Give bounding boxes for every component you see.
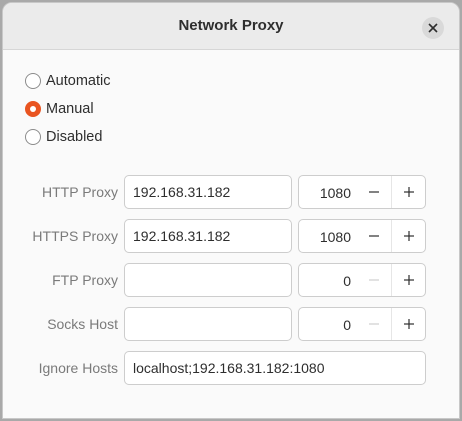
titlebar: Network Proxy [3, 3, 459, 50]
ftp-proxy-label: FTP Proxy [52, 272, 118, 288]
radio-automatic[interactable]: Automatic [25, 70, 110, 92]
http-proxy-port-increment-button[interactable] [391, 176, 425, 208]
ftp-proxy-port-stepper[interactable]: 0 [298, 263, 426, 297]
socks-host-row: Socks Host 0 [3, 307, 459, 341]
radio-manual-indicator[interactable] [25, 101, 41, 117]
socks-host-input[interactable] [124, 307, 292, 341]
socks-host-port-stepper[interactable]: 0 [298, 307, 426, 341]
http-proxy-port-stepper[interactable]: 1080 [298, 175, 426, 209]
socks-host-port-decrement-button[interactable] [357, 308, 391, 340]
plus-icon [403, 275, 414, 285]
close-button[interactable] [422, 17, 444, 39]
radio-disabled-indicator[interactable] [25, 129, 41, 145]
minus-icon [369, 191, 379, 193]
network-proxy-window: Network Proxy Automatic Manual Disabled … [2, 2, 460, 419]
radio-automatic-label: Automatic [46, 73, 111, 89]
plus-icon [403, 187, 414, 197]
ignore-hosts-row: Ignore Hosts [3, 351, 459, 385]
https-proxy-host-input[interactable] [124, 219, 292, 253]
ftp-proxy-port-value[interactable]: 0 [301, 273, 351, 289]
socks-host-port-increment-button[interactable] [391, 308, 425, 340]
ftp-proxy-row: FTP Proxy 0 [3, 263, 459, 297]
close-icon [428, 23, 438, 33]
ignore-hosts-input[interactable] [124, 351, 426, 385]
https-proxy-label: HTTPS Proxy [32, 228, 118, 244]
https-proxy-row: HTTPS Proxy 1080 [3, 219, 459, 253]
radio-manual[interactable]: Manual [25, 98, 94, 120]
minus-icon [369, 279, 379, 281]
minus-icon [369, 323, 379, 325]
radio-disabled[interactable]: Disabled [25, 126, 102, 148]
window-title: Network Proxy [178, 17, 284, 34]
plus-icon [403, 231, 414, 241]
plus-icon [403, 319, 414, 329]
https-proxy-port-increment-button[interactable] [391, 220, 425, 252]
radio-automatic-indicator[interactable] [25, 73, 41, 89]
socks-host-label: Socks Host [47, 316, 118, 332]
http-proxy-row: HTTP Proxy 1080 [3, 175, 459, 209]
http-proxy-host-input[interactable] [124, 175, 292, 209]
ftp-proxy-port-decrement-button[interactable] [357, 264, 391, 296]
https-proxy-port-value[interactable]: 1080 [301, 229, 351, 245]
minus-icon [369, 235, 379, 237]
socks-host-port-value[interactable]: 0 [301, 317, 351, 333]
ftp-proxy-port-increment-button[interactable] [391, 264, 425, 296]
radio-manual-label: Manual [46, 101, 94, 117]
ftp-proxy-host-input[interactable] [124, 263, 292, 297]
ignore-hosts-label: Ignore Hosts [38, 360, 118, 376]
radio-disabled-label: Disabled [46, 129, 103, 145]
http-proxy-port-decrement-button[interactable] [357, 176, 391, 208]
https-proxy-port-decrement-button[interactable] [357, 220, 391, 252]
https-proxy-port-stepper[interactable]: 1080 [298, 219, 426, 253]
http-proxy-port-value[interactable]: 1080 [301, 185, 351, 201]
http-proxy-label: HTTP Proxy [42, 184, 118, 200]
